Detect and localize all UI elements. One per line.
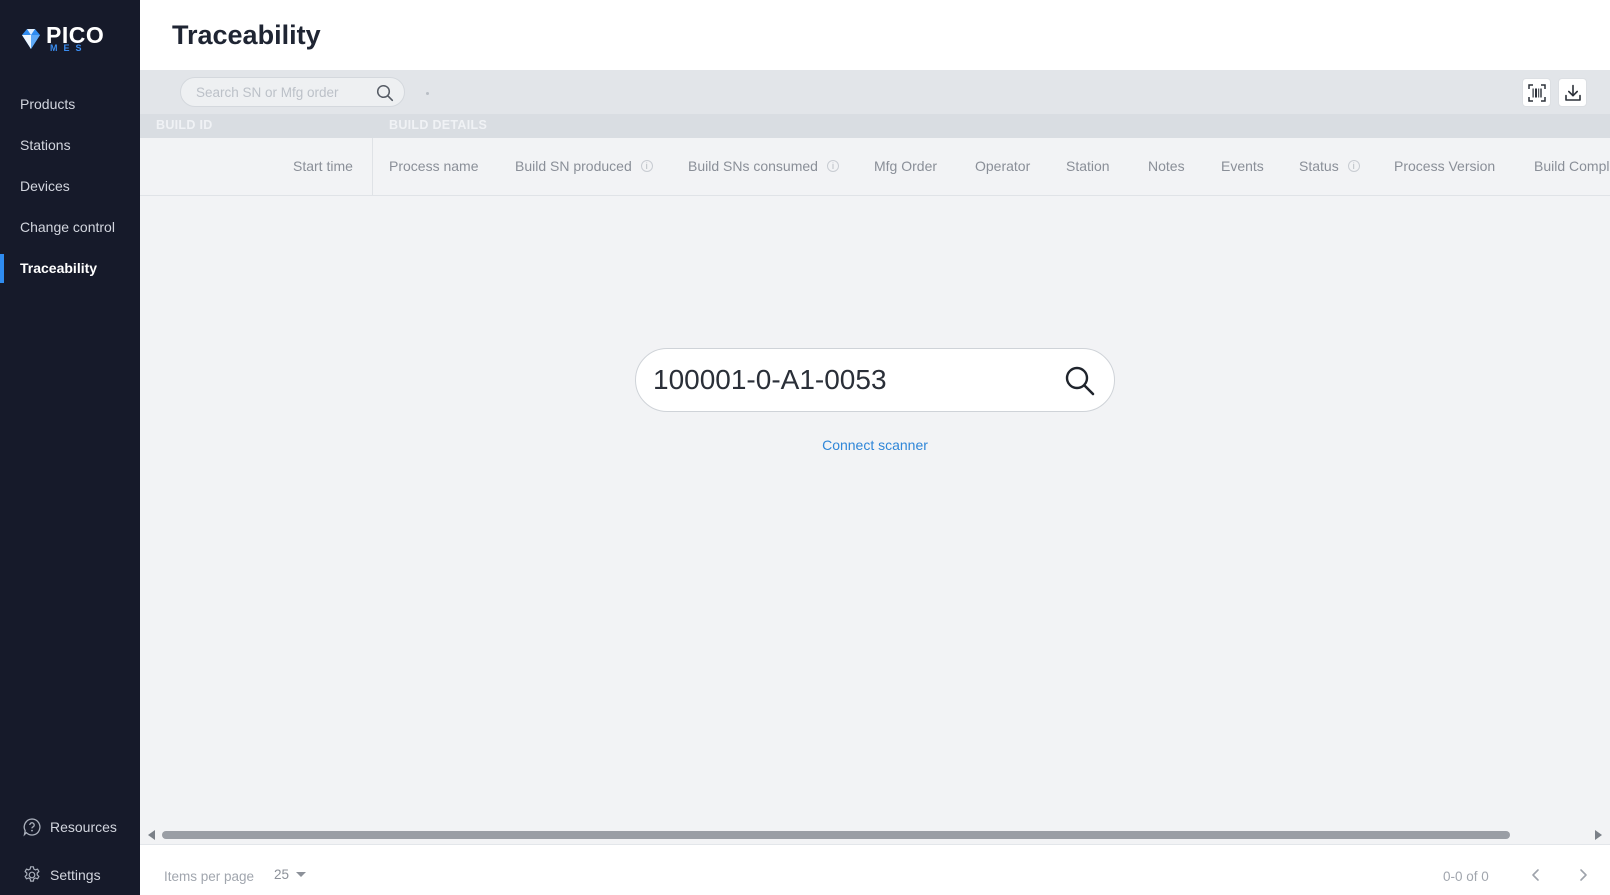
column-divider (372, 138, 373, 195)
table-search (180, 77, 405, 107)
filter-indicator (426, 92, 429, 95)
pagination-range: 0-0 of 0 (1443, 869, 1489, 884)
info-icon[interactable]: i (826, 160, 839, 172)
sidebar-item-settings[interactable]: Settings (0, 863, 140, 887)
sidebar-item-products[interactable]: Products (0, 84, 140, 125)
table-toolbar (140, 70, 1610, 114)
settings-label: Settings (50, 867, 101, 883)
column-group-header: BUILD ID BUILD DETAILS (140, 114, 1610, 138)
connect-scanner-link[interactable]: Connect scanner (635, 437, 1115, 453)
col-notes[interactable]: Notes (1148, 158, 1185, 174)
resources-label: Resources (50, 819, 117, 835)
diamond-logo-icon (22, 28, 40, 49)
next-page-button[interactable] (1573, 865, 1593, 885)
col-start-time[interactable]: Start time (293, 158, 353, 174)
table-column-header: Start time Process name Build SN produce… (140, 138, 1610, 196)
col-status-label: Status (1299, 158, 1339, 174)
col-build-sns-consumed[interactable]: Build SNs consumed i (688, 158, 839, 174)
sidebar: PICO MES Products Stations Devices Chang… (0, 0, 140, 895)
scan-barcode-button[interactable] (1522, 78, 1551, 107)
scrollbar-thumb[interactable] (162, 831, 1510, 839)
col-process-version[interactable]: Process Version (1394, 158, 1495, 174)
chevron-right-icon (1580, 869, 1587, 881)
page-header: Traceability (140, 0, 1610, 70)
sidebar-item-change-control[interactable]: Change control (0, 207, 140, 248)
main-content: Traceability Search SN or Mfg order BUIL… (140, 0, 1610, 895)
col-mfg-order[interactable]: Mfg Order (874, 158, 937, 174)
sidebar-item-stations[interactable]: Stations (0, 125, 140, 166)
download-button[interactable] (1558, 78, 1587, 107)
download-icon (1564, 84, 1581, 101)
caret-down-icon (296, 872, 307, 877)
info-icon[interactable]: i (1347, 160, 1360, 172)
pico-mes-logo[interactable]: PICO MES (20, 24, 104, 53)
sidebar-item-traceability[interactable]: Traceability (0, 248, 140, 289)
gear-icon (24, 866, 40, 882)
col-build-sn-produced[interactable]: Build SN produced i (515, 158, 653, 174)
col-process-name[interactable]: Process name (389, 158, 478, 174)
sidebar-item-resources[interactable]: Resources (0, 815, 140, 839)
group-build-details: BUILD DETAILS (389, 118, 488, 132)
items-per-page-select[interactable]: 25 (274, 867, 307, 882)
serial-search-input[interactable] (653, 363, 1033, 397)
col-events[interactable]: Events (1221, 158, 1264, 174)
items-per-page-value: 25 (274, 867, 290, 882)
sidebar-nav: Products Stations Devices Change control… (0, 84, 140, 289)
help-circle-icon (23, 818, 41, 837)
col-build-completed[interactable]: Build Completed (1534, 158, 1610, 174)
col-build-sn-produced-label: Build SN produced (515, 158, 632, 174)
table-search-input[interactable] (196, 83, 366, 101)
scroll-left-arrow-icon[interactable] (148, 830, 155, 840)
table-footer: Items per page 25 0-0 of 0 (140, 844, 1610, 895)
col-status[interactable]: Status i (1299, 158, 1360, 174)
page-title: Traceability (172, 20, 321, 50)
scroll-right-arrow-icon[interactable] (1595, 830, 1602, 840)
sidebar-item-devices[interactable]: Devices (0, 166, 140, 207)
search-icon[interactable] (376, 84, 394, 107)
items-per-page-label: Items per page (164, 869, 255, 884)
serial-search-box (635, 348, 1115, 412)
horizontal-scrollbar[interactable] (140, 828, 1610, 842)
chevron-left-icon (1532, 869, 1539, 881)
group-build-id: BUILD ID (156, 118, 213, 132)
search-icon[interactable] (1064, 365, 1096, 402)
barcode-scan-icon (1527, 83, 1546, 102)
info-icon[interactable]: i (640, 160, 653, 172)
col-operator[interactable]: Operator (975, 158, 1030, 174)
col-station[interactable]: Station (1066, 158, 1110, 174)
col-build-sns-consumed-label: Build SNs consumed (688, 158, 818, 174)
previous-page-button[interactable] (1526, 865, 1546, 885)
